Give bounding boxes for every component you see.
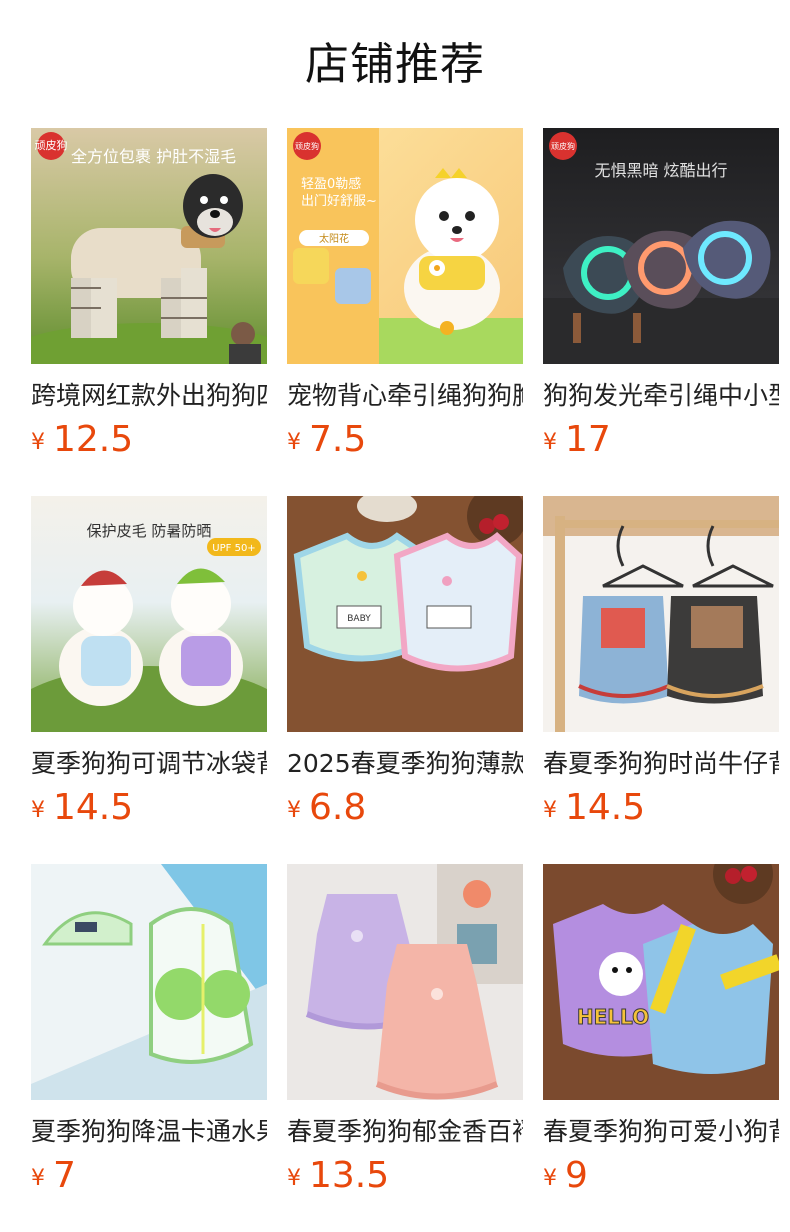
product-card[interactable]: UPF 50+ 保护皮毛 防暑防晒 夏季狗狗可调节冰袋背心 ¥14.5 xyxy=(31,496,267,832)
product-image[interactable]: BABY xyxy=(287,496,523,732)
product-name[interactable]: 狗狗发光牵引绳中小型犬 xyxy=(543,380,779,412)
product-card[interactable]: BABY 2025春夏季狗狗薄款背心 ¥6.8 xyxy=(287,496,523,832)
price-amount: 14.5 xyxy=(53,787,134,828)
product-name[interactable]: 2025春夏季狗狗薄款背心 xyxy=(287,748,523,780)
price-amount: 9 xyxy=(565,1155,588,1196)
price-amount: 6.8 xyxy=(309,787,367,828)
product-card[interactable]: HELLO 春夏季狗狗可爱小狗背心 ¥9 xyxy=(543,864,779,1200)
product-card[interactable]: 顽皮狗 无惧黑暗 炫酷出行 狗狗发光牵引绳中小型犬 ¥17 xyxy=(543,128,779,464)
currency-symbol: ¥ xyxy=(31,798,45,823)
product-image[interactable]: UPF 50+ 保护皮毛 防暑防晒 xyxy=(31,496,267,732)
currency-symbol: ¥ xyxy=(31,430,45,455)
product-image[interactable]: 顽皮狗 无惧黑暗 炫酷出行 xyxy=(543,128,779,364)
price-amount: 13.5 xyxy=(309,1155,390,1196)
product-price: ¥12.5 xyxy=(31,420,267,460)
product-price: ¥7 xyxy=(31,1156,267,1196)
page-title: 店铺推荐 xyxy=(305,39,485,90)
price-amount: 14.5 xyxy=(565,787,646,828)
brand-badge-text: 顽皮狗 xyxy=(35,139,68,152)
product-image[interactable] xyxy=(31,864,267,1100)
image-caption: HELLO xyxy=(577,1005,649,1029)
product-card[interactable]: 夏季狗狗降温卡通水果背心 ¥7 xyxy=(31,864,267,1200)
brand-badge-text: 顽皮狗 xyxy=(551,141,575,151)
image-caption: 保护皮毛 防暑防晒 xyxy=(87,522,212,540)
currency-symbol: ¥ xyxy=(543,430,557,455)
price-amount: 7.5 xyxy=(309,419,367,460)
image-tag: 太阳花 xyxy=(319,232,349,245)
product-name[interactable]: 春夏季狗狗可爱小狗背心 xyxy=(543,1116,779,1148)
product-name[interactable]: 跨境网红款外出狗狗四脚衣 xyxy=(31,380,267,412)
product-name[interactable]: 宠物背心牵引绳狗狗胸背带 xyxy=(287,380,523,412)
product-name[interactable]: 夏季狗狗降温卡通水果背心 xyxy=(31,1116,267,1148)
price-amount: 17 xyxy=(565,419,611,460)
product-price: ¥13.5 xyxy=(287,1156,523,1196)
product-image[interactable] xyxy=(287,864,523,1100)
product-name[interactable]: 夏季狗狗可调节冰袋背心 xyxy=(31,748,267,780)
price-amount: 7 xyxy=(53,1155,76,1196)
product-card[interactable]: 春夏季狗狗时尚牛仔背带裤 ¥14.5 xyxy=(543,496,779,832)
product-price: ¥9 xyxy=(543,1156,779,1196)
currency-symbol: ¥ xyxy=(287,430,301,455)
image-tag: UPF 50+ xyxy=(212,543,255,554)
image-caption: 无惧黑暗 炫酷出行 xyxy=(594,161,727,180)
product-image[interactable]: 太阳花 顽皮狗 轻盈0勒感出门好舒服~ xyxy=(287,128,523,364)
product-name[interactable]: 春夏季狗狗郁金香百褶裙 xyxy=(287,1116,523,1148)
product-card[interactable]: 春夏季狗狗郁金香百褶裙 ¥13.5 xyxy=(287,864,523,1200)
currency-symbol: ¥ xyxy=(287,1166,301,1191)
brand-badge-text: 顽皮狗 xyxy=(295,141,319,151)
product-price: ¥17 xyxy=(543,420,779,460)
product-name[interactable]: 春夏季狗狗时尚牛仔背带裤 xyxy=(543,748,779,780)
product-image[interactable] xyxy=(543,496,779,732)
currency-symbol: ¥ xyxy=(543,798,557,823)
product-price: ¥7.5 xyxy=(287,420,523,460)
currency-symbol: ¥ xyxy=(287,798,301,823)
product-price: ¥14.5 xyxy=(31,788,267,828)
image-caption: BABY xyxy=(347,614,371,624)
price-amount: 12.5 xyxy=(53,419,134,460)
product-image[interactable]: 顽皮狗 全方位包裹 护肚不湿毛 xyxy=(31,128,267,364)
currency-symbol: ¥ xyxy=(543,1166,557,1191)
product-image[interactable]: HELLO xyxy=(543,864,779,1100)
product-grid: 顽皮狗 全方位包裹 护肚不湿毛 跨境网红款外出狗狗四脚衣 ¥12.5 xyxy=(31,128,790,1200)
image-caption: 全方位包裹 护肚不湿毛 xyxy=(71,147,236,166)
currency-symbol: ¥ xyxy=(31,1166,45,1191)
product-card[interactable]: 太阳花 顽皮狗 轻盈0勒感出门好舒服~ 宠物背心牵引绳狗狗胸背带 ¥7.5 xyxy=(287,128,523,464)
product-card[interactable]: 顽皮狗 全方位包裹 护肚不湿毛 跨境网红款外出狗狗四脚衣 ¥12.5 xyxy=(31,128,267,464)
product-price: ¥14.5 xyxy=(543,788,779,828)
product-price: ¥6.8 xyxy=(287,788,523,828)
